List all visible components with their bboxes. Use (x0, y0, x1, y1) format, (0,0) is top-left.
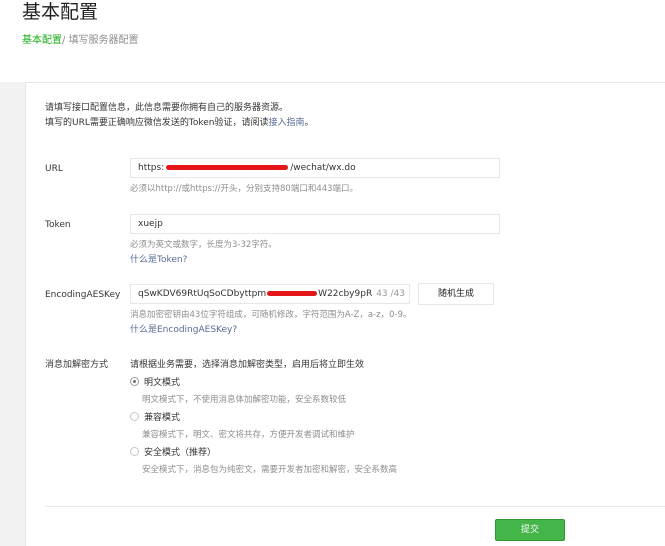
aeskey-help-link[interactable]: 什么是EncodingAESKey? (130, 324, 237, 336)
radio-option-desc: 兼容模式下，明文、密文将共存，方便开发者调试和维护 (142, 430, 355, 440)
radio-unchecked-icon[interactable] (130, 447, 139, 456)
aeskey-value-suffix: W22cby9pR (318, 289, 373, 299)
intro-text: 请填写接口配置信息，此信息需要你拥有自己的服务器资源。 填写的URL需要正确响应… (45, 101, 314, 131)
radio-unchecked-icon[interactable] (130, 412, 139, 421)
radio-option-desc: 明文模式下，不使用消息体加解密功能，安全系数较低 (142, 395, 347, 405)
intro-line-1: 请填写接口配置信息，此信息需要你拥有自己的服务器资源。 (45, 103, 289, 113)
url-input[interactable]: https: /wechat/wx.do (130, 158, 500, 178)
intro-line-2-prefix: 填写的URL需要正确响应微信发送的Token验证，请阅读 (45, 118, 269, 128)
radio-secure-mode[interactable]: 安全模式（推荐） (130, 447, 216, 459)
aeskey-value-prefix: qSwKDV69RtUqSoCDbyttpm (138, 289, 267, 299)
url-value-suffix: /wechat/wx.do (290, 163, 356, 173)
url-label: URL (45, 164, 63, 174)
radio-option-desc: 安全模式下，消息包为纯密文，需要开发者加密和解密，安全系数高 (142, 465, 398, 475)
radio-option-label: 兼容模式 (144, 413, 181, 423)
page-title: 基本配置 (22, 1, 99, 23)
encryption-label: 消息加解密方式 (45, 360, 109, 370)
radio-compatible-mode[interactable]: 兼容模式 (130, 412, 180, 424)
url-value-prefix: https: (138, 163, 165, 173)
aeskey-input[interactable]: qSwKDV69RtUqSoCDbyttpm W22cby9pR 43 /43 (130, 284, 410, 304)
access-guide-link[interactable]: 接入指南 (268, 118, 304, 128)
token-label: Token (45, 220, 71, 230)
aeskey-hint: 消息加密密钥由43位字符组成，可随机修改，字符范围为A-Z，a-z，0-9。 (130, 310, 412, 320)
intro-line-2-suffix: 。 (304, 118, 314, 128)
redaction-mark (267, 291, 318, 296)
redaction-mark (166, 165, 289, 170)
radio-option-label: 安全模式（推荐） (144, 448, 217, 458)
radio-plaintext-mode[interactable]: 明文模式 (130, 377, 180, 389)
generate-key-button[interactable]: 随机生成 (418, 283, 494, 305)
radio-option-label: 明文模式 (144, 378, 181, 388)
aeskey-char-counter: 43 /43 (376, 289, 405, 299)
token-hint: 必须为英文或数字，长度为3-32字符。 (130, 240, 277, 250)
encryption-description: 请根据业务需要，选择消息加解密类型，启用后将立即生效 (130, 360, 365, 370)
config-panel: 请填写接口配置信息，此信息需要你拥有自己的服务器资源。 填写的URL需要正确响应… (25, 82, 665, 546)
breadcrumb: 基本配置/ 填写服务器配置 (22, 34, 139, 48)
breadcrumb-link-basic-config[interactable]: 基本配置 (22, 35, 62, 46)
url-hint: 必须以http://或https://开头，分别支持80端口和443端口。 (130, 184, 359, 194)
aeskey-label: EncodingAESKey (45, 290, 121, 300)
token-help-link[interactable]: 什么是Token? (130, 254, 187, 266)
token-input[interactable]: xuejp (130, 214, 500, 234)
intro-line-2: 填写的URL需要正确响应微信发送的Token验证，请阅读接入指南。 (45, 116, 314, 131)
submit-button[interactable]: 提交 (495, 519, 565, 541)
page-header: 基本配置 基本配置/ 填写服务器配置 (0, 0, 665, 82)
breadcrumb-current: 填写服务器配置 (68, 35, 139, 46)
footer-divider (45, 506, 665, 507)
radio-checked-icon[interactable] (130, 377, 139, 386)
